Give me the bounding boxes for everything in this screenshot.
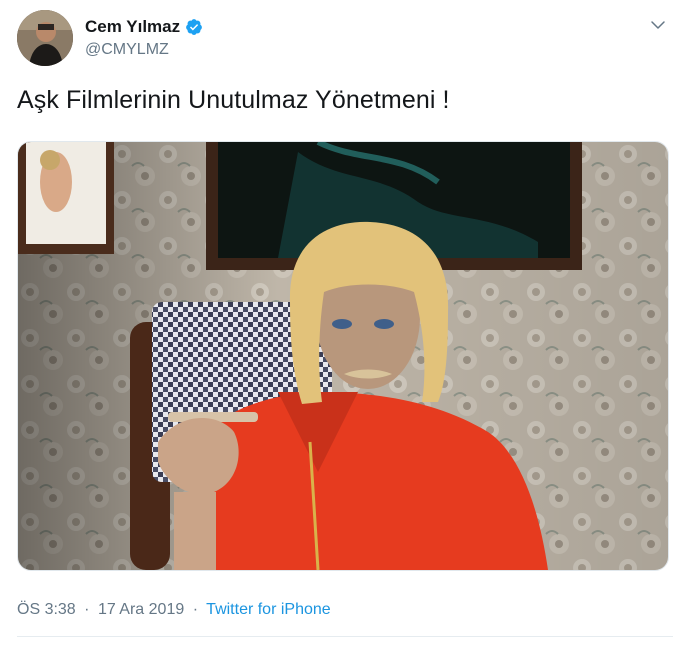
divider <box>17 636 673 637</box>
author-avatar[interactable] <box>17 10 73 66</box>
tweet-source-link[interactable]: Twitter for iPhone <box>206 601 331 618</box>
avatar-image <box>17 10 73 66</box>
tweet-text: Aşk Filmlerinin Unutulmaz Yönetmeni ! <box>17 86 450 114</box>
tweet-date[interactable]: 17 Ara 2019 <box>98 601 184 618</box>
tweet-meta: ÖS 3:38 · 17 Ara 2019 · Twitter for iPho… <box>17 601 331 619</box>
verified-badge-icon <box>186 19 202 35</box>
author-handle[interactable]: @CMYLMZ <box>85 41 169 59</box>
meta-separator: · <box>192 601 199 618</box>
tweet-time[interactable]: ÖS 3:38 <box>17 601 76 618</box>
tweet-header: Cem Yılmaz @CMYLMZ <box>17 10 677 66</box>
tweet-media-photo[interactable] <box>17 141 669 571</box>
chevron-down-icon[interactable] <box>649 16 667 34</box>
meta-separator: · <box>84 601 90 618</box>
tweet-card: Cem Yılmaz @CMYLMZ Aşk Filmlerinin Unutu… <box>0 0 690 650</box>
photo-image <box>18 142 668 570</box>
author-name[interactable]: Cem Yılmaz <box>85 17 180 37</box>
author-name-row: Cem Yılmaz <box>85 17 203 37</box>
